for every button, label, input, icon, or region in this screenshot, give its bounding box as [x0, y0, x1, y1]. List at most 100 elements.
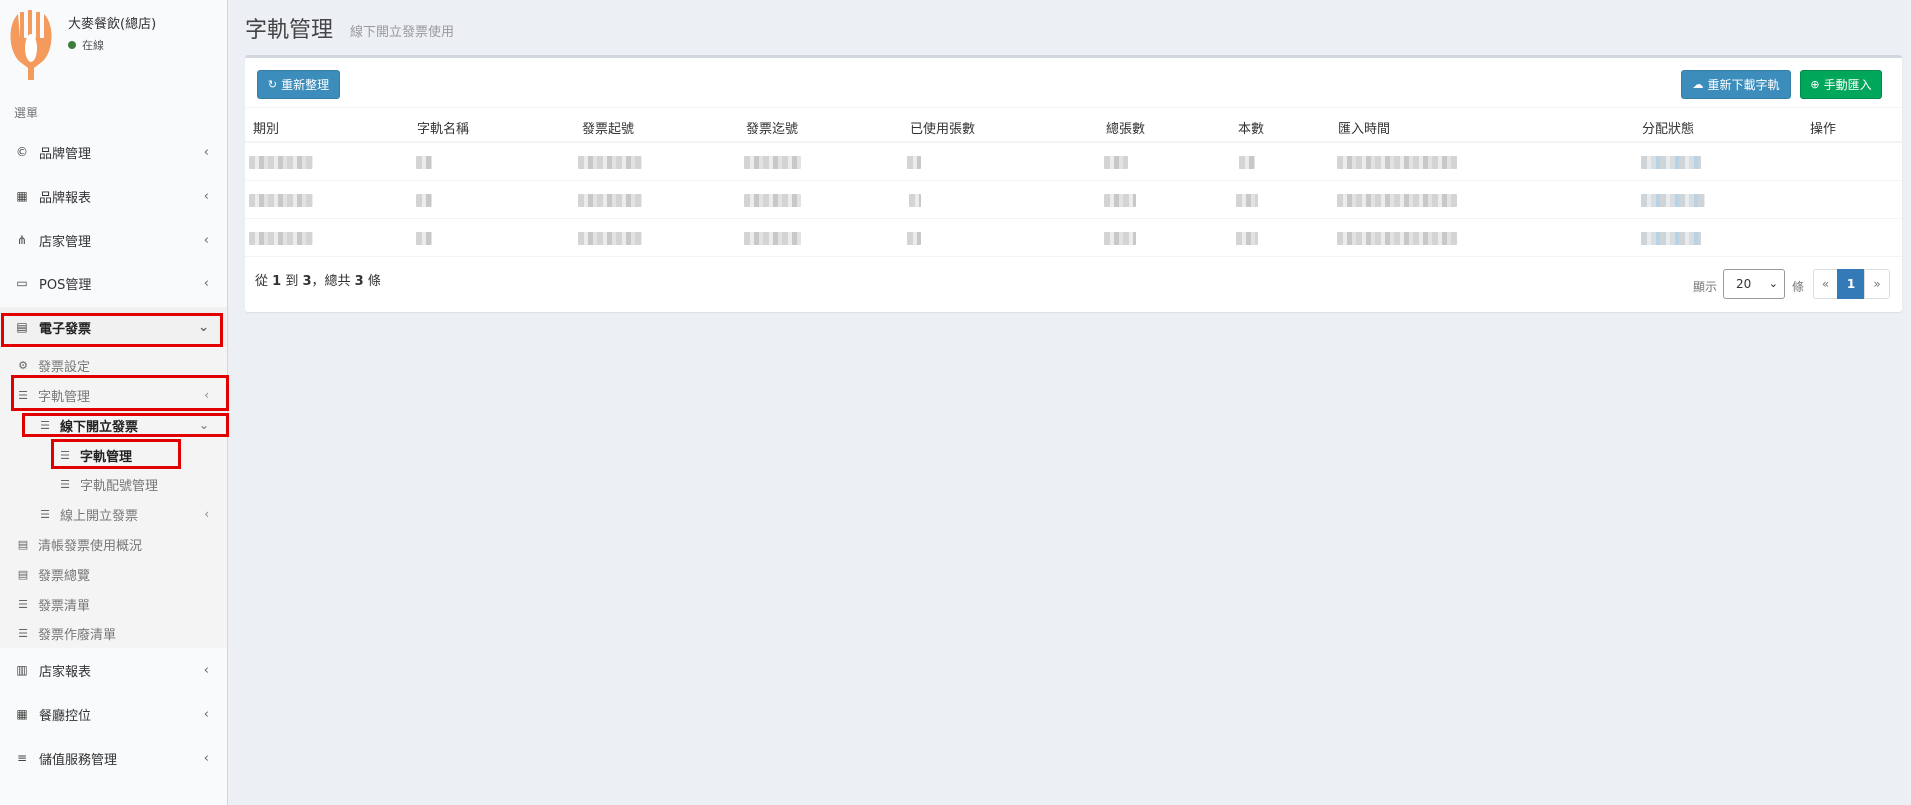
- nav-label: 餐廳控位: [39, 708, 92, 724]
- nav-item-pos-management[interactable]: ▭ POS管理 ‹: [0, 263, 227, 303]
- redownload-track-button[interactable]: ☁ 重新下載字軌: [1681, 70, 1791, 99]
- redacted-cell: [1104, 194, 1136, 207]
- redacted-cell: [416, 156, 432, 169]
- list-icon: ☰: [60, 477, 70, 491]
- column-header[interactable]: 操作: [1810, 118, 1836, 137]
- show-label: 顯示: [1693, 280, 1718, 294]
- nav-label: 品牌管理: [39, 146, 92, 162]
- refresh-button[interactable]: ↻ 重新整理: [257, 70, 340, 99]
- chevron-down-icon: ⌄: [198, 319, 209, 335]
- redacted-cell: [249, 194, 313, 207]
- calendar-icon: ▦: [16, 707, 28, 721]
- list-icon: ☰: [18, 626, 28, 640]
- sub-label: 發票總覽: [38, 568, 91, 584]
- redacted-cell: [909, 194, 921, 207]
- page-1-button[interactable]: 1: [1837, 269, 1865, 299]
- page-title: 字軌管理: [245, 18, 334, 43]
- sub-item-void-invoice-list[interactable]: ☰ 發票作廢清單: [0, 620, 227, 646]
- fork-spoon-logo-icon: [10, 10, 52, 80]
- monitor-icon: ▭: [16, 276, 28, 290]
- page-size-value: 20: [1736, 277, 1752, 291]
- column-header[interactable]: 發票起號: [582, 118, 634, 137]
- redacted-cell: [1104, 232, 1136, 245]
- sub-item-track-management[interactable]: ☰ 字軌管理 ‹: [0, 382, 227, 408]
- nav-item-brand-report[interactable]: ▦ 品牌報表 ‹: [0, 176, 227, 216]
- refresh-label: 重新整理: [281, 78, 330, 92]
- table-icon: ▦: [16, 189, 28, 203]
- menu-bars-icon: ≡: [16, 751, 28, 765]
- invoice-icon: ▤: [17, 567, 29, 581]
- redacted-cell: [578, 156, 642, 169]
- redacted-cell: [744, 232, 801, 245]
- sub-label: 字軌配號管理: [80, 478, 159, 494]
- column-header[interactable]: 字軌名稱: [417, 118, 469, 137]
- sub-item-invoice-usage-overview[interactable]: ▤ 清帳發票使用概況: [0, 531, 227, 557]
- sidebar: 大麥餐飲(總店) 在線 選單 © 品牌管理 ‹ ▦ 品牌報表 ‹ ⋔ 店家管理 …: [0, 0, 228, 805]
- column-header[interactable]: 總張數: [1106, 118, 1145, 137]
- online-dot-icon: [68, 41, 76, 49]
- chevron-left-icon: ‹: [203, 232, 209, 248]
- sub-label: 發票設定: [38, 359, 91, 375]
- redacted-cell: [1104, 156, 1128, 169]
- e-invoice-submenu: ⚙ 發票設定 ☰ 字軌管理 ‹ ☰ 線下開立發票 ⌄ ☰ 字軌管理 ☰ 字軌配號…: [0, 348, 227, 648]
- manual-import-button[interactable]: ⊕ 手動匯入: [1800, 70, 1882, 99]
- nav-label: 電子發票: [39, 321, 92, 337]
- redacted-cell: [416, 194, 432, 207]
- redacted-cell: [416, 232, 432, 245]
- column-header[interactable]: 期別: [253, 118, 279, 137]
- column-header[interactable]: 已使用張數: [910, 118, 975, 137]
- column-header[interactable]: 發票迄號: [746, 118, 798, 137]
- sub-label: 線下開立發票: [60, 419, 139, 435]
- chevron-left-icon: ‹: [203, 706, 209, 722]
- column-header[interactable]: 匯入時間: [1338, 118, 1390, 137]
- unit-label: 條: [1792, 280, 1805, 294]
- nav-label: 儲值服務管理: [39, 752, 118, 768]
- sub-label: 發票作廢清單: [38, 627, 117, 643]
- menu-header: 選單: [14, 106, 39, 120]
- sub-label: 字軌管理: [38, 389, 91, 405]
- sub-label: 清帳發票使用概況: [38, 538, 143, 554]
- nav-item-e-invoice[interactable]: ▤ 電子發票 ⌄: [0, 307, 227, 347]
- bar-chart-icon: ▥: [16, 663, 28, 677]
- page-size-select[interactable]: 20 ⌄: [1723, 269, 1785, 299]
- gear-icon: ⚙: [18, 358, 28, 372]
- nav-item-stored-value-service[interactable]: ≡ 儲值服務管理 ‹: [0, 738, 227, 778]
- page-subtitle: 線下開立發票使用: [350, 25, 455, 40]
- table-row: [245, 182, 1902, 219]
- sitemap-icon: ⋔: [16, 233, 28, 247]
- nav-item-restaurant-seating[interactable]: ▦ 餐廳控位 ‹: [0, 694, 227, 734]
- sub-item-offline-invoice[interactable]: ☰ 線下開立發票 ⌄: [0, 412, 227, 438]
- user-status: 在線: [68, 37, 104, 53]
- prev-page-button[interactable]: «: [1813, 269, 1838, 299]
- user-status-text: 在線: [82, 39, 104, 52]
- list-icon: ☰: [60, 448, 70, 462]
- nav-item-store-management[interactable]: ⋔ 店家管理 ‹: [0, 220, 227, 260]
- redacted-cell: [907, 232, 921, 245]
- sub-item-invoice-list[interactable]: ☰ 發票清單: [0, 591, 227, 617]
- nav-item-brand-management[interactable]: © 品牌管理 ‹: [0, 132, 227, 172]
- redacted-cell: [1236, 194, 1258, 207]
- sub-item-invoice-overview[interactable]: ▤ 發票總覽: [0, 561, 227, 587]
- redownload-label: 重新下載字軌: [1707, 78, 1780, 92]
- redacted-cell: [1337, 194, 1457, 207]
- list-icon: ☰: [18, 597, 28, 611]
- next-page-button[interactable]: »: [1864, 269, 1890, 299]
- sub-item-invoice-settings[interactable]: ⚙ 發票設定: [0, 352, 227, 378]
- invoice-icon: ▤: [16, 320, 28, 334]
- user-name: 大麥餐飲(總店): [68, 17, 157, 32]
- redacted-cell: [744, 194, 801, 207]
- invoice-icon: ▤: [17, 537, 29, 551]
- table-info: 從 1 到 3，總共 3 條: [255, 274, 381, 289]
- chevron-left-icon: ‹: [203, 750, 209, 766]
- sub-item-offline-track-management[interactable]: ☰ 字軌管理: [0, 442, 227, 468]
- chevron-left-icon: ‹: [204, 507, 209, 521]
- sub-item-track-number-management[interactable]: ☰ 字軌配號管理: [0, 471, 227, 497]
- redacted-cell: [907, 156, 921, 169]
- column-header[interactable]: 本數: [1238, 118, 1264, 137]
- redacted-cell: [1337, 232, 1457, 245]
- nav-item-store-report[interactable]: ▥ 店家報表 ‹: [0, 650, 227, 690]
- nav-label: 店家報表: [39, 664, 92, 680]
- column-header[interactable]: 分配狀態: [1642, 118, 1694, 137]
- sub-item-online-invoice[interactable]: ☰ 線上開立發票 ‹: [0, 501, 227, 527]
- sub-label: 字軌管理: [80, 449, 133, 465]
